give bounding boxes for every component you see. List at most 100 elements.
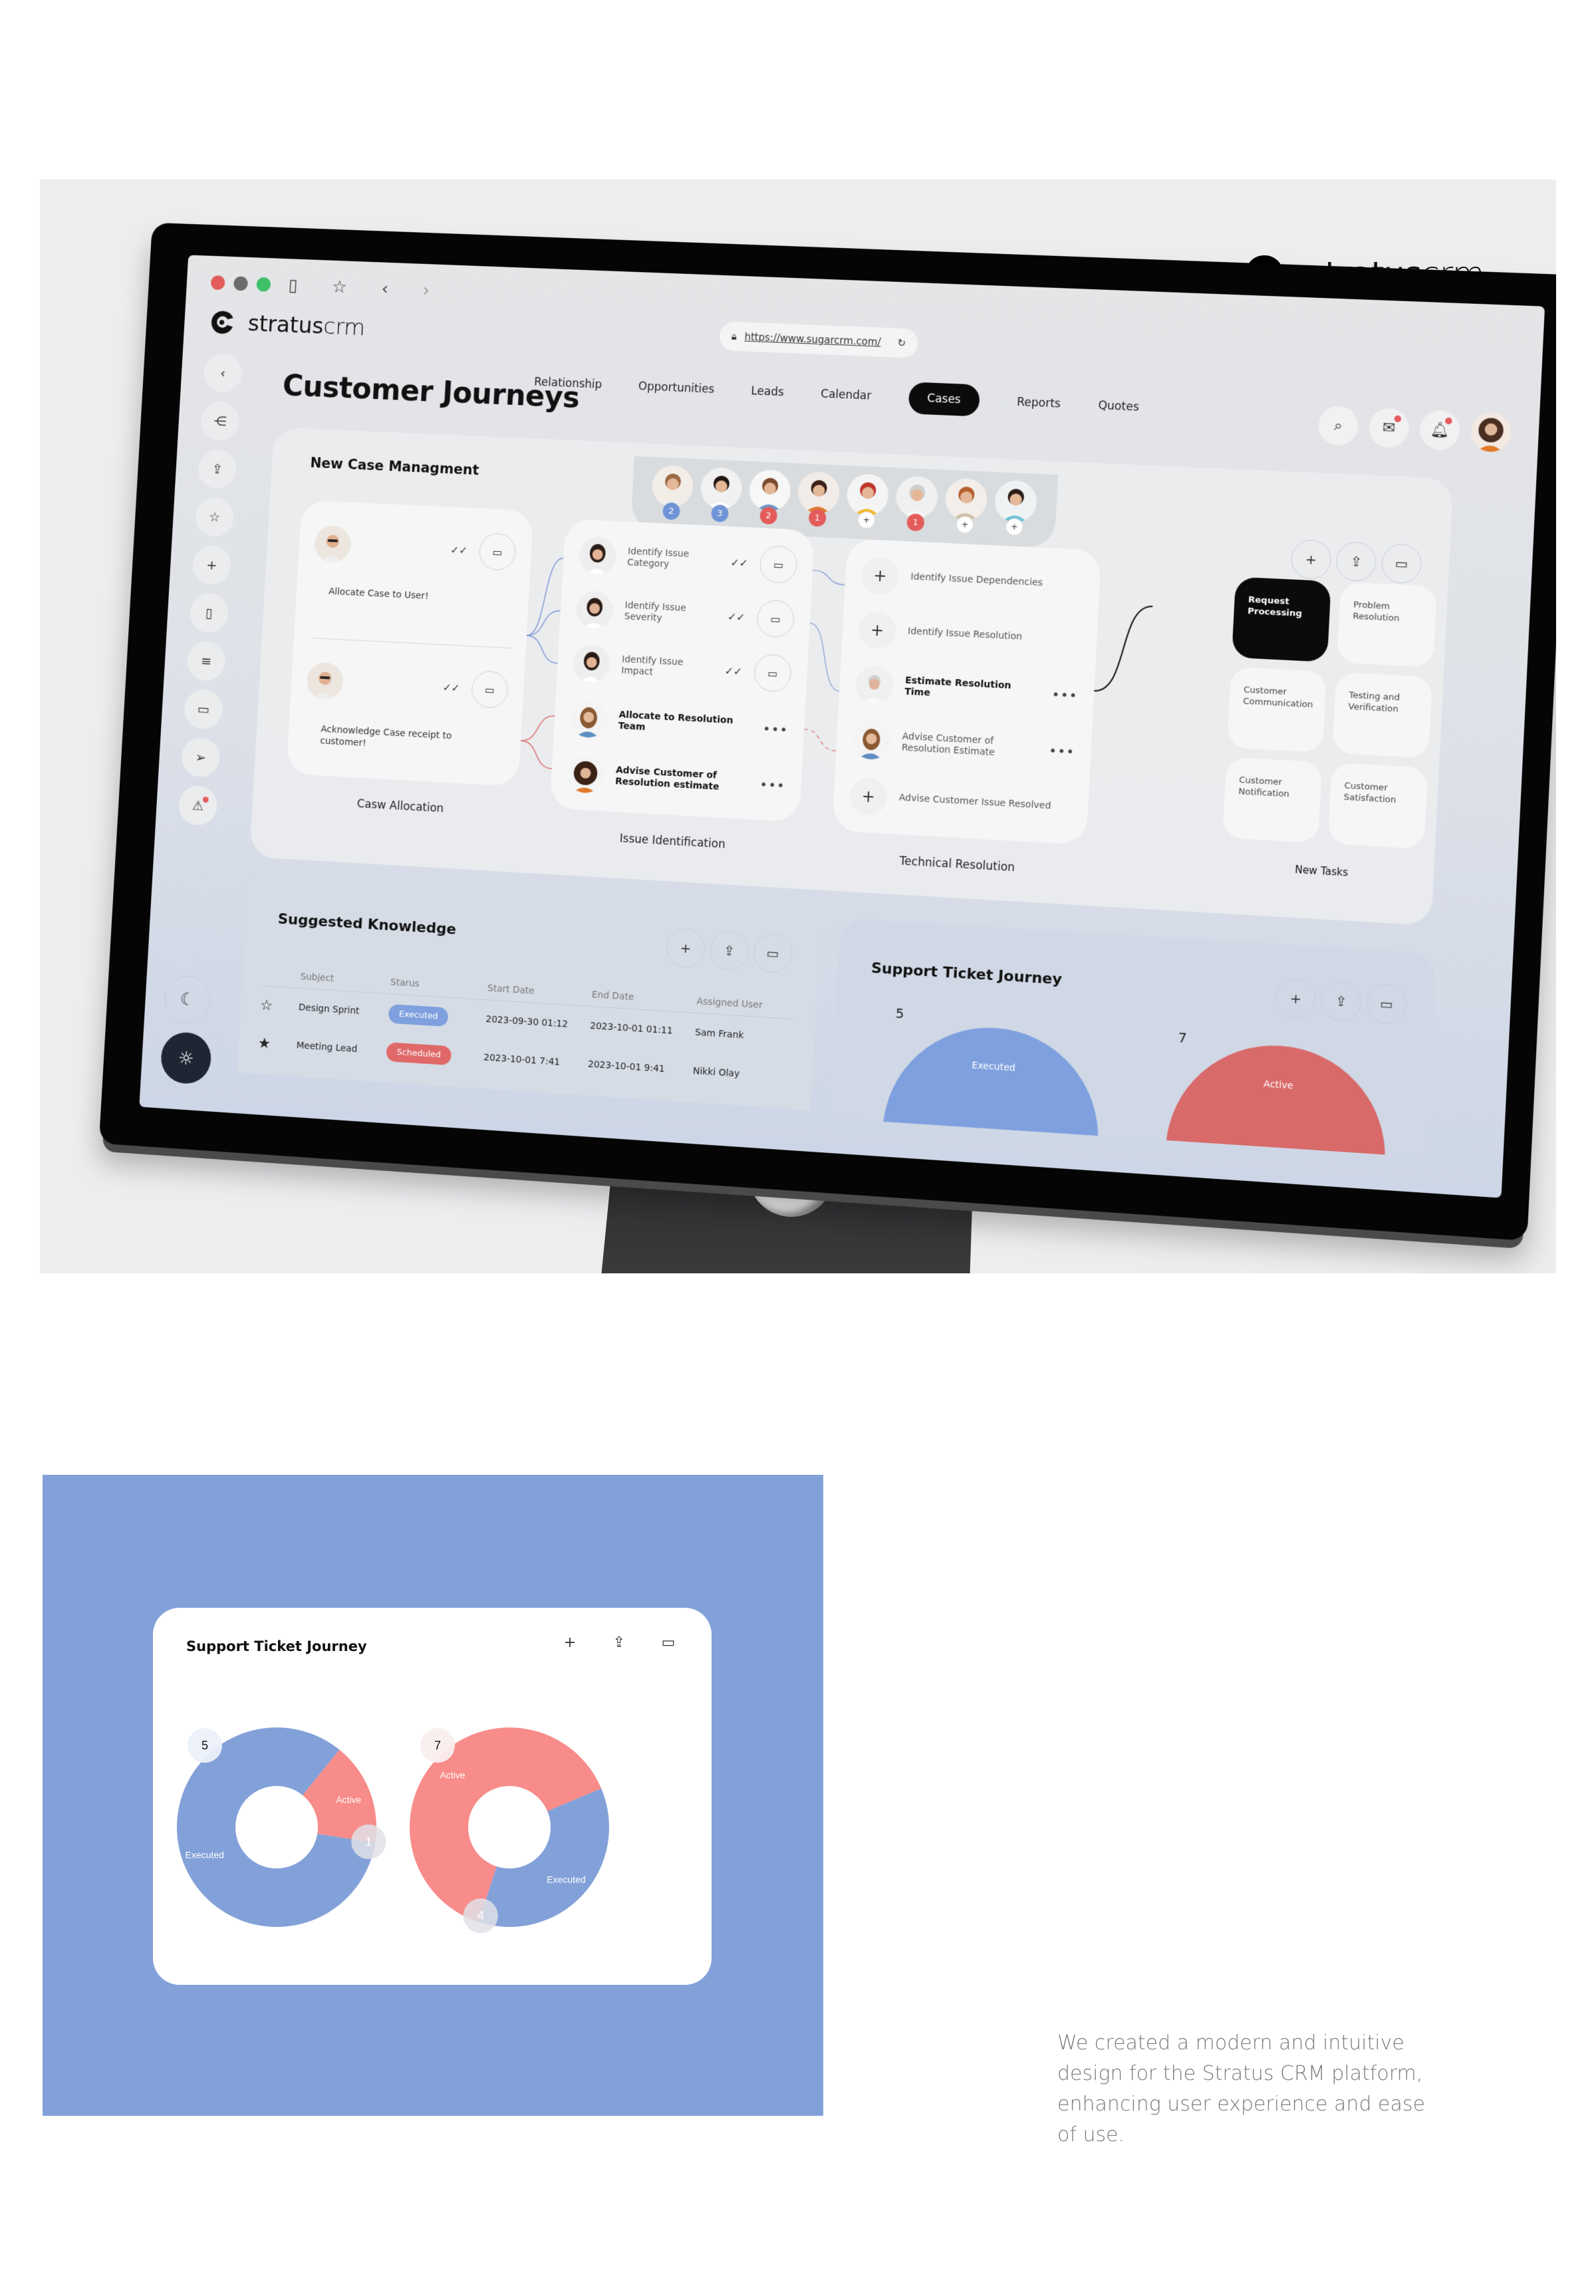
sidebar-back[interactable]: ‹ (202, 352, 243, 394)
column-header[interactable]: End Date (591, 989, 697, 1007)
dark-mode-button[interactable]: ☾ (163, 975, 212, 1025)
calendar-button[interactable]: ▭ (1381, 543, 1423, 584)
calendar-button[interactable]: ▭ (752, 933, 793, 974)
tile-request-processing[interactable]: Request Processing (1232, 576, 1331, 662)
calendar-icon[interactable]: ▭ (658, 1634, 678, 1651)
assign-user-button[interactable]: + (849, 777, 888, 817)
search-button[interactable]: ⌕ (1317, 405, 1359, 446)
share-button[interactable]: ⇪ (1320, 980, 1363, 1023)
messages-button[interactable]: ✉ (1368, 407, 1410, 449)
team-member[interactable]: + (994, 479, 1038, 537)
column-header[interactable]: Start Date (487, 983, 593, 1000)
end-date-cell: 2023-10-01 9:41 (587, 1059, 666, 1075)
notifications-button[interactable]: 🔔︎ (1418, 410, 1461, 451)
task-item[interactable]: ✓✓ ▭ (313, 514, 517, 582)
add-assignment-badge[interactable]: + (857, 511, 876, 529)
task-item[interactable]: + Identify Issue Dependencies (860, 549, 1085, 612)
add-assignment-badge[interactable]: + (956, 515, 974, 534)
assignee-avatar (313, 525, 352, 563)
add-assignment-badge[interactable]: + (1005, 517, 1024, 537)
user-avatar[interactable] (1470, 412, 1512, 453)
task-item[interactable]: + Advise Customer Issue Resolved (849, 769, 1073, 835)
task-item[interactable]: Identify Issue Severity ✓✓ ▭ (575, 582, 795, 646)
assignee-avatar (578, 537, 617, 576)
app-logo[interactable]: stratuscrm (209, 309, 366, 341)
more-options-icon[interactable]: ••• (1049, 742, 1075, 759)
tile-testing-verification[interactable]: Testing and Verification (1332, 672, 1433, 759)
sidebar-toggle-icon[interactable]: ▯ (288, 276, 298, 296)
schedule-button[interactable]: ▭ (753, 653, 793, 693)
tile-customer-notification[interactable]: Customer Notification (1222, 757, 1323, 843)
bookmark-star-icon[interactable]: ☆ (331, 277, 347, 297)
close-window-button[interactable] (210, 275, 225, 291)
sidebar-calendar[interactable]: ▭ (183, 688, 224, 730)
calendar-button[interactable]: ▭ (1365, 983, 1408, 1025)
light-mode-button[interactable]: ☼ (160, 1031, 213, 1086)
more-options-icon[interactable]: ••• (1051, 686, 1078, 703)
column-header[interactable]: Subject (300, 971, 390, 987)
team-member[interactable]: + (846, 473, 890, 529)
more-options-icon[interactable]: ••• (759, 776, 785, 793)
slice-label: Active (336, 1794, 361, 1805)
task-item[interactable]: Identify Issue Category ✓✓ ▭ (578, 529, 799, 592)
plus-icon[interactable]: + (560, 1634, 580, 1651)
task-item[interactable]: Estimate Resolution Time ••• (855, 658, 1079, 722)
team-member[interactable]: 2 (651, 465, 694, 521)
sidebar-share[interactable]: ⋲ (200, 400, 241, 442)
tile-problem-resolution[interactable]: Problem Resolution (1337, 581, 1437, 668)
maximize-window-button[interactable] (256, 277, 271, 292)
sidebar-alerts[interactable]: ⚠ (178, 785, 219, 827)
schedule-button[interactable]: ▭ (759, 545, 798, 584)
forward-arrow-icon[interactable]: › (422, 281, 430, 301)
schedule-button[interactable]: ▭ (470, 670, 509, 709)
minimize-window-button[interactable] (233, 276, 249, 291)
share-button[interactable]: ⇪ (709, 930, 749, 971)
reload-icon[interactable]: ↻ (897, 337, 906, 349)
schedule-button[interactable]: ▭ (478, 532, 517, 571)
team-member[interactable]: 1 (895, 475, 939, 532)
share-icon[interactable]: ⇪ (609, 1634, 629, 1651)
task-item[interactable]: ✓✓ ▭ (305, 651, 509, 720)
assign-user-button[interactable]: + (860, 556, 900, 596)
task-item[interactable]: Allocate to Resolution Team ••• (569, 692, 789, 756)
star-icon[interactable]: ☆ (260, 997, 299, 1015)
team-member[interactable]: 1 (797, 471, 841, 527)
app-wordmark: stratuscrm (247, 311, 366, 341)
donut-slice-executed[interactable] (478, 1788, 609, 1927)
task-item[interactable]: Identify Issue Impact ✓✓ ▭ (572, 636, 793, 700)
nav-cases[interactable]: Cases (907, 382, 981, 417)
task-item[interactable]: Advise Customer of Resolution Estimate •… (851, 713, 1076, 779)
add-button[interactable]: + (1290, 539, 1332, 580)
nav-calendar[interactable]: Calendar (821, 388, 872, 403)
column-header[interactable]: Assigned User (696, 995, 796, 1012)
task-item[interactable]: + Identify Issue Resolution (857, 603, 1082, 668)
assign-user-button[interactable]: + (857, 610, 897, 650)
sidebar-mobile[interactable]: ▯ (189, 592, 229, 634)
more-options-icon[interactable]: ••• (762, 720, 788, 737)
tile-customer-communication[interactable]: Customer Communication (1227, 666, 1327, 753)
sidebar-add[interactable]: + (192, 544, 232, 586)
add-button[interactable]: + (665, 928, 706, 969)
add-button[interactable]: + (1275, 977, 1317, 1020)
share-button[interactable]: ⇪ (1335, 541, 1377, 582)
sidebar-send[interactable]: ➢ (180, 737, 221, 778)
sidebar-database[interactable]: ≡ (186, 640, 227, 682)
team-member[interactable]: 3 (700, 467, 743, 523)
star-filled-icon[interactable]: ★ (257, 1035, 297, 1053)
task-item[interactable]: Advise Customer of Resolution estimate •… (566, 747, 787, 813)
sidebar-favorites[interactable]: ☆ (194, 496, 235, 537)
nav-opportunities[interactable]: Opportunities (638, 380, 714, 396)
address-bar[interactable]: 🔒︎ https://www.sugarcrm.com/ ↻ (718, 321, 919, 358)
task-text: Identify Issue Dependencies (910, 571, 1043, 589)
sidebar-upload[interactable]: ⇪ (197, 448, 238, 489)
tile-customer-satisfaction[interactable]: Customer Satisfaction (1327, 762, 1428, 849)
nav-leads[interactable]: Leads (751, 384, 784, 399)
back-arrow-icon[interactable]: ‹ (381, 279, 389, 299)
task-text: Estimate Resolution Time (904, 674, 1011, 699)
column-header[interactable]: Starus (390, 977, 488, 993)
nav-quotes[interactable]: Quotes (1098, 399, 1139, 414)
nav-reports[interactable]: Reports (1017, 396, 1061, 411)
team-member[interactable]: + (944, 477, 988, 534)
schedule-button[interactable]: ▭ (755, 599, 795, 638)
team-member[interactable]: 2 (748, 469, 792, 525)
